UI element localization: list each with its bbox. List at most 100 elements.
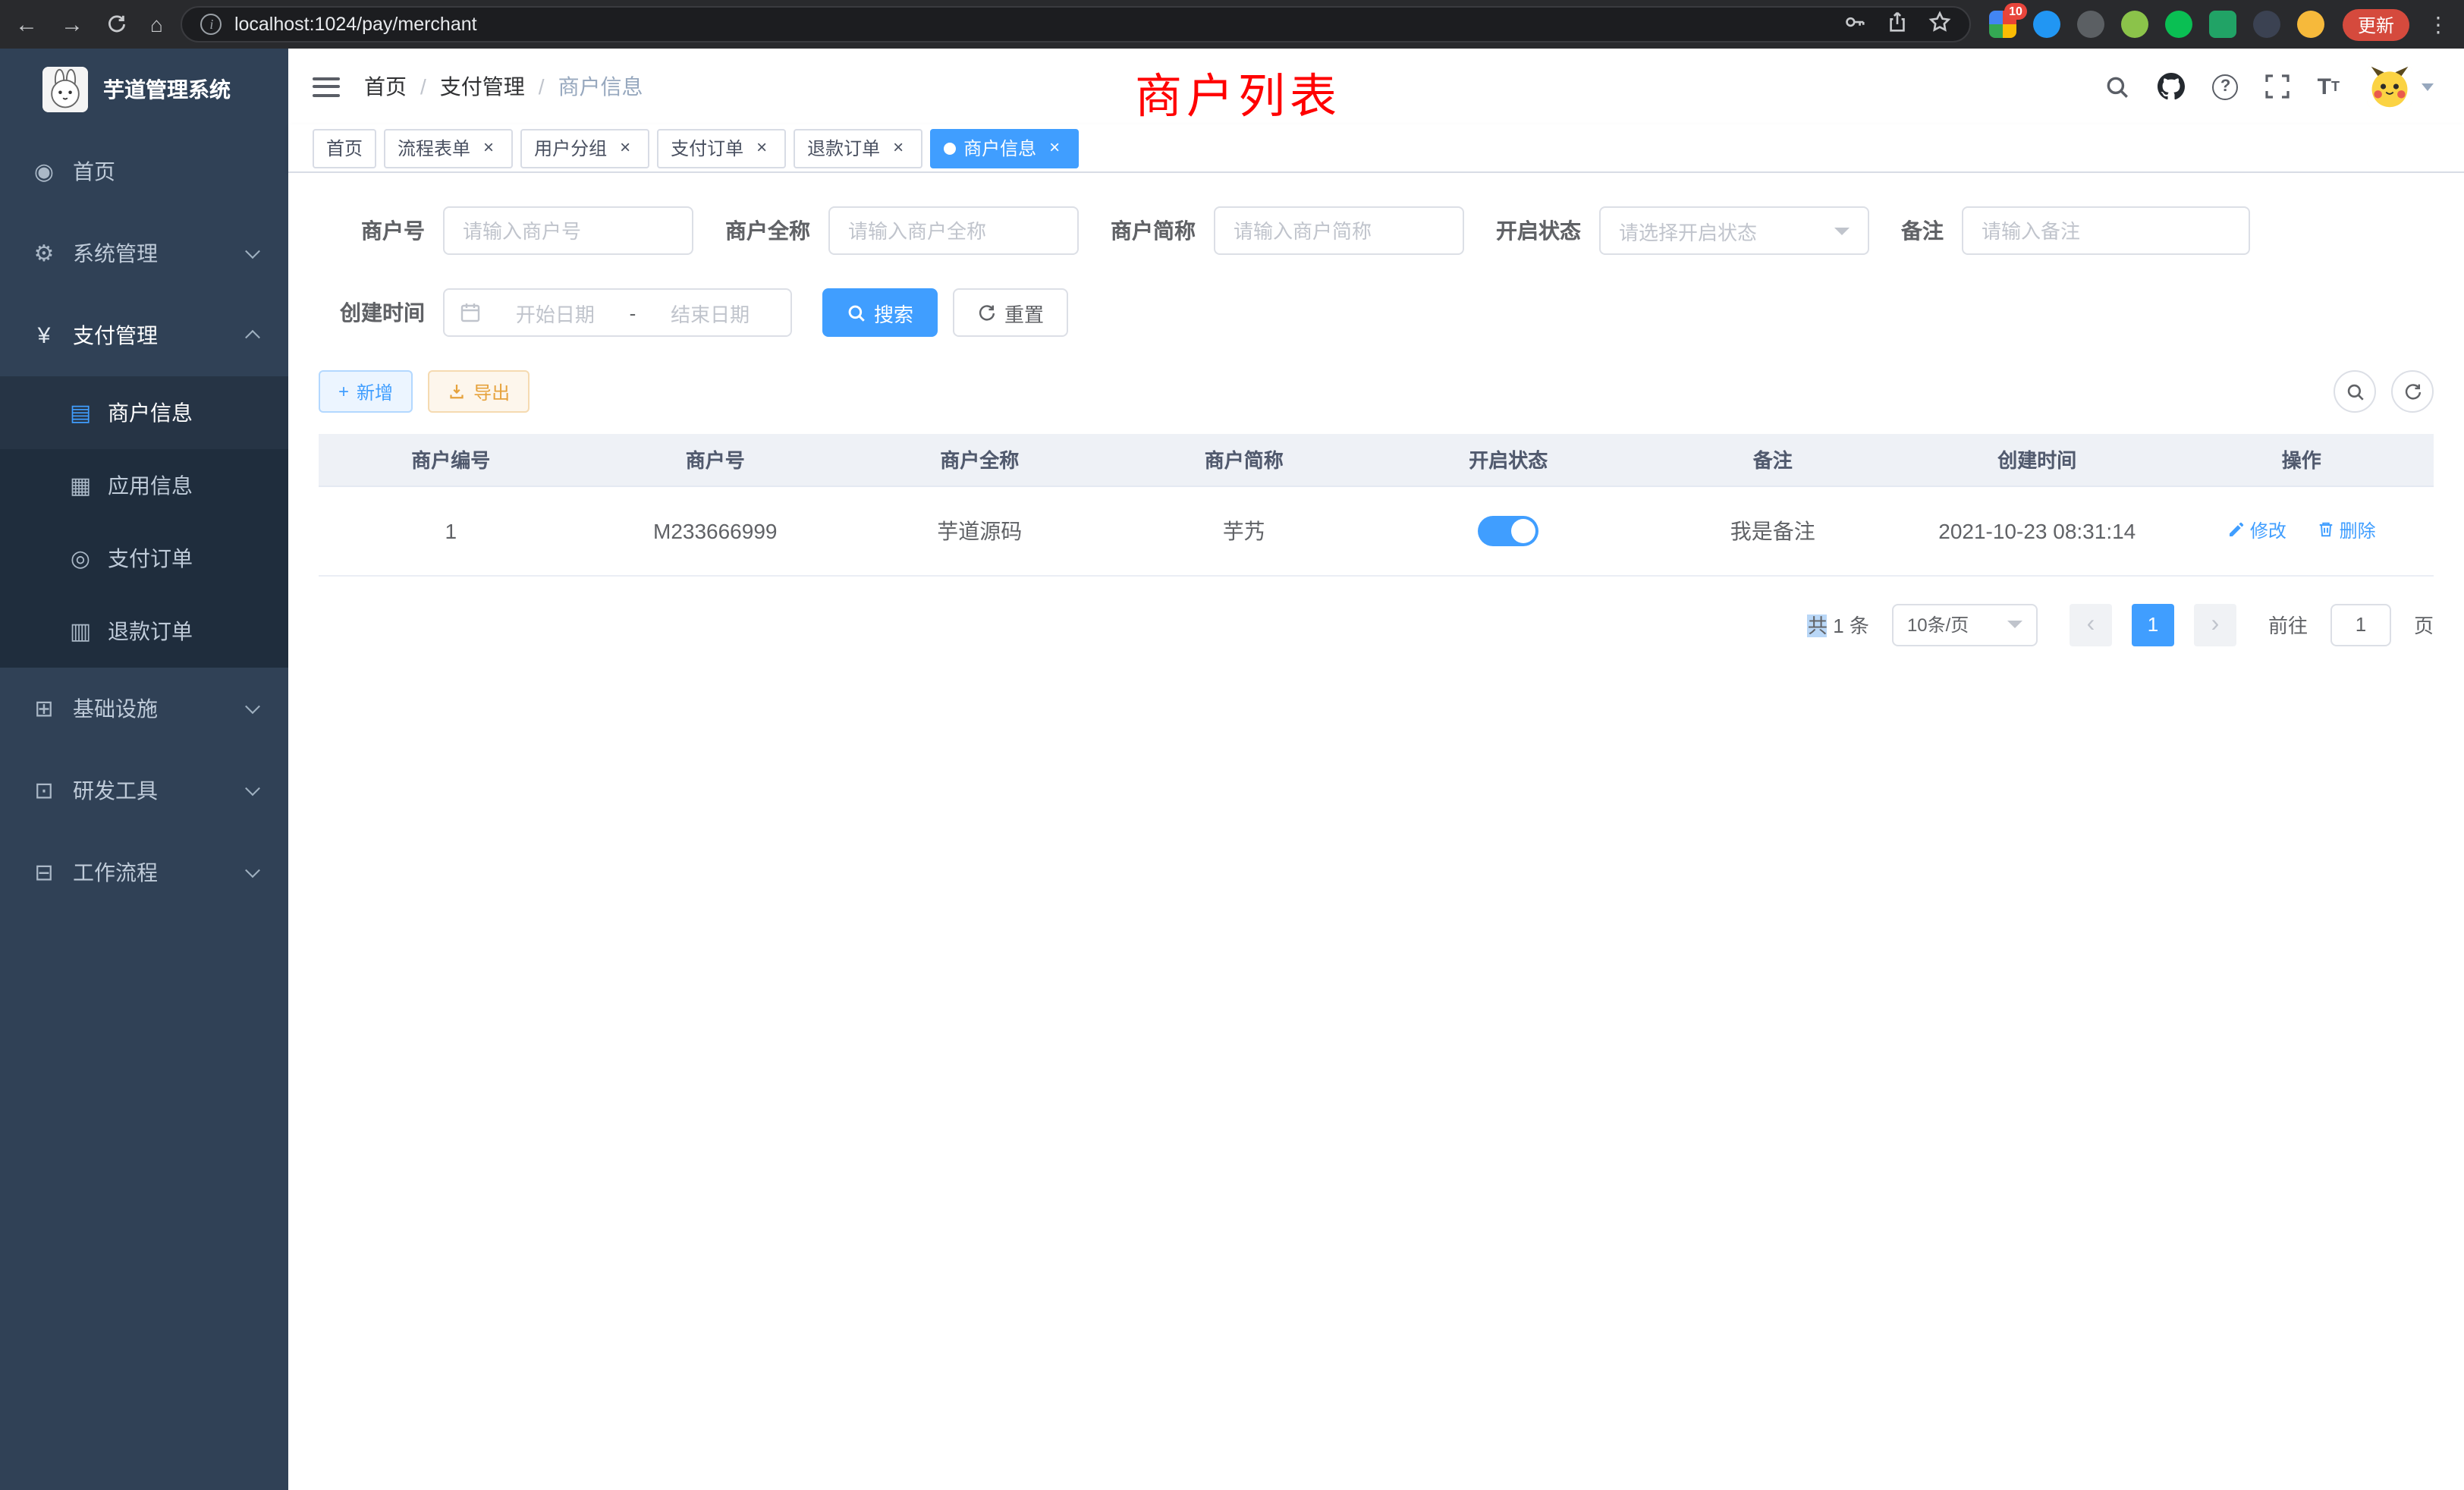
user-menu[interactable] — [2367, 64, 2434, 109]
sidebar-item-label: 系统管理 — [73, 238, 158, 269]
back-icon[interactable]: ← — [15, 11, 38, 37]
remark-input[interactable] — [1962, 206, 2250, 255]
sidebar-item-label: 研发工具 — [73, 775, 158, 806]
extension-doc-icon[interactable] — [2209, 11, 2236, 38]
close-icon[interactable]: × — [751, 137, 772, 159]
current-page[interactable]: 1 — [2132, 603, 2174, 646]
close-icon[interactable]: × — [478, 137, 499, 159]
download-icon — [448, 382, 466, 401]
extension-green-icon[interactable] — [2165, 11, 2192, 38]
extension-navy-icon[interactable] — [2253, 11, 2280, 38]
fullscreen-icon[interactable] — [2266, 74, 2290, 99]
close-icon[interactable]: × — [888, 137, 909, 159]
home-icon[interactable]: ⌂ — [150, 12, 163, 36]
sidebar-item-label: 退款订单 — [108, 616, 193, 646]
extensions-bar: 10 — [1989, 11, 2324, 38]
payment-submenu: ▤ 商户信息 ▦ 应用信息 ◎ 支付订单 ▥ 退款订单 — [0, 376, 288, 668]
export-button[interactable]: 导出 — [428, 370, 530, 413]
bookmark-star-icon[interactable] — [1928, 11, 1951, 38]
cell-status — [1376, 486, 1641, 575]
sidebar-item-devtools[interactable]: ⊡ 研发工具 — [0, 750, 288, 831]
pay-order-icon: ◎ — [67, 545, 94, 572]
sidebar-item-payment[interactable]: ¥ 支付管理 — [0, 294, 288, 376]
reload-icon[interactable] — [106, 14, 127, 35]
table-row: 1 M233666999 芋道源码 芋艿 我是备注 2021-10-23 08:… — [319, 486, 2434, 575]
col-merchant-id: 商户编号 — [319, 434, 583, 486]
merchant-short-label: 商户简称 — [1111, 215, 1214, 246]
refresh-table-icon[interactable] — [2391, 370, 2434, 413]
plus-icon: + — [338, 381, 349, 402]
merchant-name-input[interactable] — [828, 206, 1079, 255]
cell-create-time: 2021-10-23 08:31:14 — [1905, 486, 2170, 575]
sidebar-item-system[interactable]: ⚙ 系统管理 — [0, 212, 288, 294]
pagination: 共 1 条 10条/页 ‹ 1 › 前往 页 — [319, 603, 2434, 646]
goto-page-input[interactable] — [2330, 603, 2391, 646]
merchant-card-icon: ▤ — [67, 399, 94, 426]
reset-button[interactable]: 重置 — [953, 288, 1068, 337]
tab-refund-order[interactable]: 退款订单× — [794, 128, 922, 168]
sidebar-item-label: 工作流程 — [73, 857, 158, 888]
page-size-select[interactable]: 10条/页 — [1892, 603, 2038, 646]
tab-home[interactable]: 首页 — [313, 128, 376, 168]
browser-menu-icon[interactable]: ⋮ — [2428, 11, 2449, 37]
search-icon[interactable] — [2105, 74, 2131, 99]
toggle-search-icon[interactable] — [2334, 370, 2376, 413]
extension-dark-icon[interactable] — [2077, 11, 2104, 38]
sidebar-item-workflow[interactable]: ⊟ 工作流程 — [0, 831, 288, 913]
add-button[interactable]: + 新增 — [319, 370, 413, 413]
sidebar-item-app-info[interactable]: ▦ 应用信息 — [0, 449, 288, 522]
merchant-short-input[interactable] — [1214, 206, 1464, 255]
yen-icon: ¥ — [30, 322, 58, 348]
app-logo[interactable]: 芋道管理系统 — [0, 49, 288, 130]
sidebar-item-infrastructure[interactable]: ⊞ 基础设施 — [0, 668, 288, 750]
font-size-icon[interactable]: TT — [2318, 75, 2340, 98]
breadcrumb-separator: / — [420, 74, 426, 99]
tab-merchant-info[interactable]: 商户信息× — [930, 128, 1079, 168]
prev-page-icon[interactable]: ‹ — [2070, 603, 2112, 646]
edit-link[interactable]: 修改 — [2227, 517, 2286, 543]
status-select[interactable]: 请选择开启状态 — [1599, 206, 1869, 255]
extension-drop-icon[interactable] — [2033, 11, 2060, 38]
sidebar-item-refund-order[interactable]: ▥ 退款订单 — [0, 595, 288, 668]
date-separator: - — [630, 301, 636, 324]
next-page-icon[interactable]: › — [2194, 603, 2236, 646]
github-icon[interactable] — [2158, 73, 2186, 100]
chevron-down-icon — [245, 699, 260, 714]
merchant-name-label: 商户全称 — [725, 215, 828, 246]
breadcrumb-home[interactable]: 首页 — [364, 71, 407, 102]
merchant-no-input[interactable] — [443, 206, 693, 255]
goto-label: 前往 — [2268, 610, 2308, 639]
merchant-table: 商户编号 商户号 商户全称 商户简称 开启状态 备注 创建时间 操作 1 — [319, 434, 2434, 576]
date-range-picker[interactable]: 开始日期 - 结束日期 — [443, 288, 792, 337]
extension-badge: 10 — [2004, 3, 2027, 20]
table-toolbar: + 新增 导出 — [319, 370, 2434, 413]
browser-update-button[interactable]: 更新 — [2343, 8, 2409, 40]
extension-smiley-icon[interactable] — [2297, 11, 2324, 38]
close-icon[interactable]: × — [1044, 137, 1065, 159]
col-actions: 操作 — [2170, 434, 2434, 486]
extension-color-icon[interactable] — [2121, 11, 2148, 38]
help-icon[interactable]: ? — [2213, 74, 2239, 99]
address-bar[interactable]: i localhost:1024/pay/merchant — [181, 6, 1971, 42]
breadcrumb-payment[interactable]: 支付管理 — [440, 71, 525, 102]
share-icon[interactable] — [1886, 11, 1909, 38]
tab-user-group[interactable]: 用户分组× — [520, 128, 649, 168]
site-info-icon[interactable]: i — [201, 14, 222, 35]
password-key-icon[interactable] — [1843, 11, 1866, 38]
browser-chrome: ← → ⌂ i localhost:1024/pay/merchant — [0, 0, 2464, 49]
search-button[interactable]: 搜索 — [822, 288, 938, 337]
col-remark: 备注 — [1641, 434, 1906, 486]
sidebar-item-pay-order[interactable]: ◎ 支付订单 — [0, 522, 288, 595]
hamburger-icon[interactable] — [313, 77, 340, 96]
status-toggle[interactable] — [1478, 515, 1538, 545]
forward-icon[interactable]: → — [61, 11, 83, 37]
tab-process-form[interactable]: 流程表单× — [384, 128, 513, 168]
extension-grid-icon[interactable]: 10 — [1989, 11, 2016, 38]
close-icon[interactable]: × — [614, 137, 636, 159]
delete-link[interactable]: 删除 — [2317, 517, 2376, 543]
sidebar-item-home[interactable]: ◉ 首页 — [0, 130, 288, 212]
sidebar-item-merchant-info[interactable]: ▤ 商户信息 — [0, 376, 288, 449]
sidebar-item-label: 商户信息 — [108, 398, 193, 428]
tab-pay-order[interactable]: 支付订单× — [657, 128, 786, 168]
avatar — [2367, 64, 2412, 109]
